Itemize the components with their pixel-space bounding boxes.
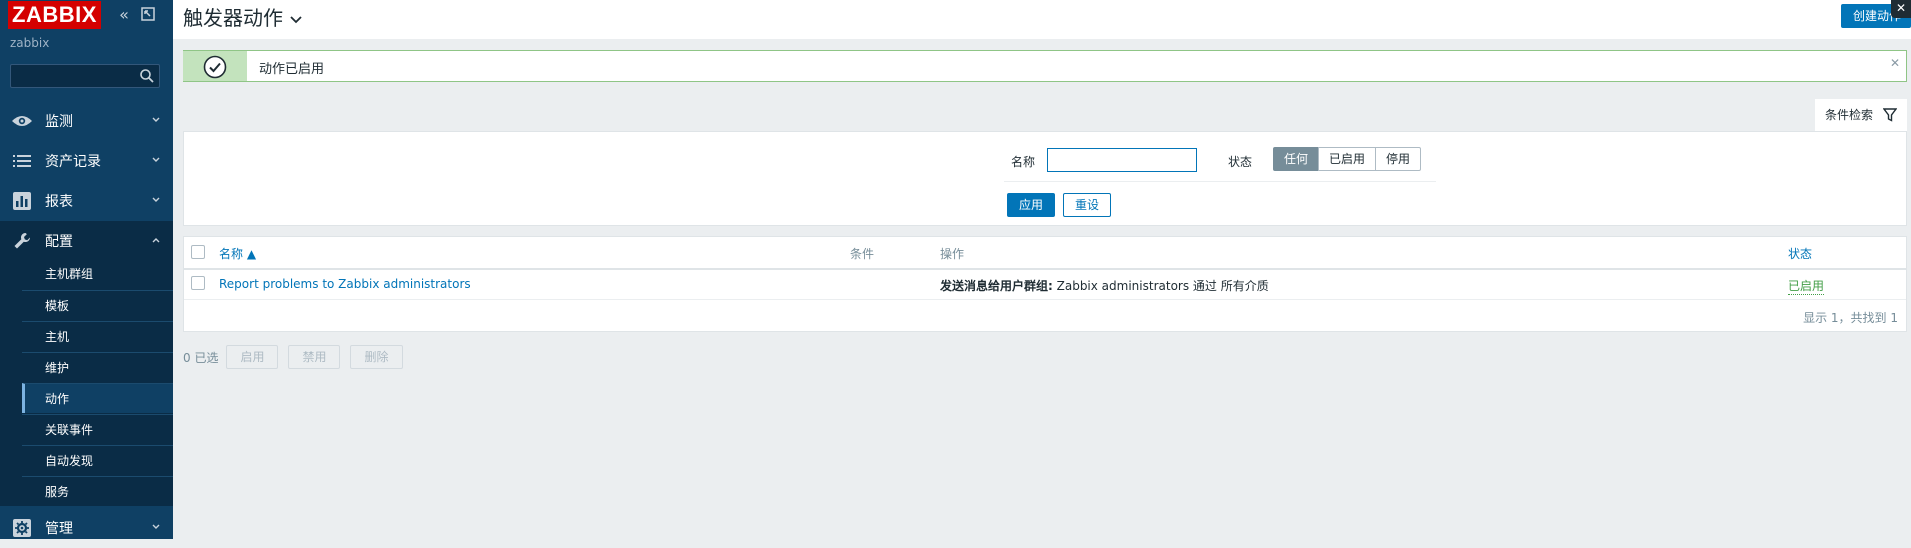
delete-button[interactable]: 删除 xyxy=(350,345,403,369)
name-filter-input[interactable] xyxy=(1047,148,1197,172)
submenu-services[interactable]: 服务 xyxy=(22,476,173,506)
action-operations: 发送消息给用户群组: Zabbix administrators 通过 所有介质 xyxy=(940,277,1269,294)
row-divider xyxy=(184,299,1906,300)
header-divider xyxy=(184,268,1906,270)
chevron-down-icon xyxy=(152,524,160,529)
name-filter-label: 名称 xyxy=(1011,155,1036,169)
close-message-icon[interactable]: ✕ xyxy=(1890,56,1900,70)
page-title-text: 触发器动作 xyxy=(183,6,283,30)
header-bar: 触发器动作 创建动作 xyxy=(173,0,1911,39)
menu-label: 配置 xyxy=(45,234,73,250)
wrench-icon xyxy=(11,231,33,251)
operations-rest: Zabbix administrators 通过 所有介质 xyxy=(1052,279,1269,293)
row-checkbox[interactable] xyxy=(191,276,205,290)
menu-label: 报表 xyxy=(45,194,73,210)
eye-icon xyxy=(11,111,33,131)
column-header-name[interactable]: 名称 ▲ xyxy=(219,245,256,262)
table-summary: 显示 1，共找到 1 xyxy=(1803,311,1898,325)
filter-funnel-icon xyxy=(1883,108,1897,122)
apply-button[interactable]: 应用 xyxy=(1007,193,1055,217)
enable-button[interactable]: 启用 xyxy=(226,345,279,369)
selected-count: 0 已选 xyxy=(183,350,219,365)
chevron-down-icon xyxy=(152,117,160,122)
list-icon xyxy=(11,151,33,171)
message-icon-area xyxy=(183,50,247,82)
status-enabled-option[interactable]: 已启用 xyxy=(1318,147,1377,171)
mass-action-bar: 0 已选 启用 禁用 删除 xyxy=(183,345,413,369)
filter-divider xyxy=(1004,181,1436,182)
select-all-checkbox[interactable] xyxy=(191,245,205,259)
chevron-down-icon xyxy=(152,197,160,202)
logo-row: ZABBIX xyxy=(8,0,101,30)
gear-icon xyxy=(11,518,33,538)
close-icon[interactable]: ✕ xyxy=(1891,0,1911,18)
status-disabled-option[interactable]: 停用 xyxy=(1375,147,1422,171)
page-title[interactable]: 触发器动作 xyxy=(183,2,303,31)
status-badge[interactable]: 已启用 xyxy=(1788,277,1825,295)
menu-monitoring[interactable]: 监测 xyxy=(0,101,173,141)
sidebar-search xyxy=(10,64,160,88)
bar-chart-icon xyxy=(11,191,33,211)
menu-label: 监测 xyxy=(45,114,73,130)
check-circle-icon xyxy=(203,55,227,79)
zabbix-logo[interactable]: ZABBIX xyxy=(8,1,101,29)
submenu-templates[interactable]: 模板 xyxy=(22,290,173,320)
column-header-status[interactable]: 状态 xyxy=(1788,245,1812,262)
collapse-sidebar-icon[interactable]: « xyxy=(116,7,132,23)
menu-label: 资产记录 xyxy=(45,154,101,170)
success-message: 动作已启用 ✕ xyxy=(183,50,1907,82)
status-any-option[interactable]: 任何 xyxy=(1273,147,1320,171)
submenu-host-groups[interactable]: 主机群组 xyxy=(22,259,173,289)
column-header-conditions: 条件 xyxy=(850,247,875,261)
search-input[interactable] xyxy=(11,65,131,87)
sidebar: ZABBIX « zabbix 监测 资产记录 报表 配置 主机群组 模板 主机… xyxy=(0,0,173,539)
server-name: zabbix xyxy=(10,36,50,50)
submenu-hosts[interactable]: 主机 xyxy=(22,321,173,351)
operations-bold: 发送消息给用户群组: xyxy=(940,279,1053,293)
filter-tab-label: 条件检索 xyxy=(1825,108,1874,122)
reset-button[interactable]: 重设 xyxy=(1063,193,1111,217)
submenu-discovery[interactable]: 自动发现 xyxy=(22,445,173,475)
filter-panel: 名称 状态 任何 已启用 停用 应用 重设 xyxy=(183,131,1907,226)
main-content: 触发器动作 创建动作 ✕ 动作已启用 ✕ 条件检索 名称 状态 任何 已启用 停… xyxy=(173,0,1911,539)
menu-administration[interactable]: 管理 xyxy=(0,508,173,548)
chevron-down-icon xyxy=(152,157,160,162)
menu-reports[interactable]: 报表 xyxy=(0,181,173,221)
column-header-operations: 操作 xyxy=(940,247,965,261)
menu-inventory[interactable]: 资产记录 xyxy=(0,141,173,181)
action-name-link[interactable]: Report problems to Zabbix administrators xyxy=(219,277,471,291)
disable-button[interactable]: 禁用 xyxy=(288,345,341,369)
submenu-actions[interactable]: 动作 xyxy=(22,383,173,413)
chevron-down-icon xyxy=(290,15,302,23)
kiosk-mode-icon[interactable] xyxy=(140,7,156,23)
submenu-maintenance[interactable]: 维护 xyxy=(22,352,173,382)
menu-configuration[interactable]: 配置 xyxy=(0,221,173,261)
status-filter-segmented: 任何 已启用 停用 xyxy=(1273,147,1422,171)
submenu-event-correlation[interactable]: 关联事件 xyxy=(22,414,173,444)
menu-label: 管理 xyxy=(45,521,73,537)
chevron-up-icon xyxy=(152,238,160,243)
search-icon[interactable] xyxy=(139,68,155,84)
filter-tab[interactable]: 条件检索 xyxy=(1815,99,1907,131)
actions-table: 名称 ▲ 条件 操作 状态 Report problems to Zabbix … xyxy=(183,236,1907,332)
message-text: 动作已启用 xyxy=(259,62,325,77)
status-filter-label: 状态 xyxy=(1228,155,1253,169)
